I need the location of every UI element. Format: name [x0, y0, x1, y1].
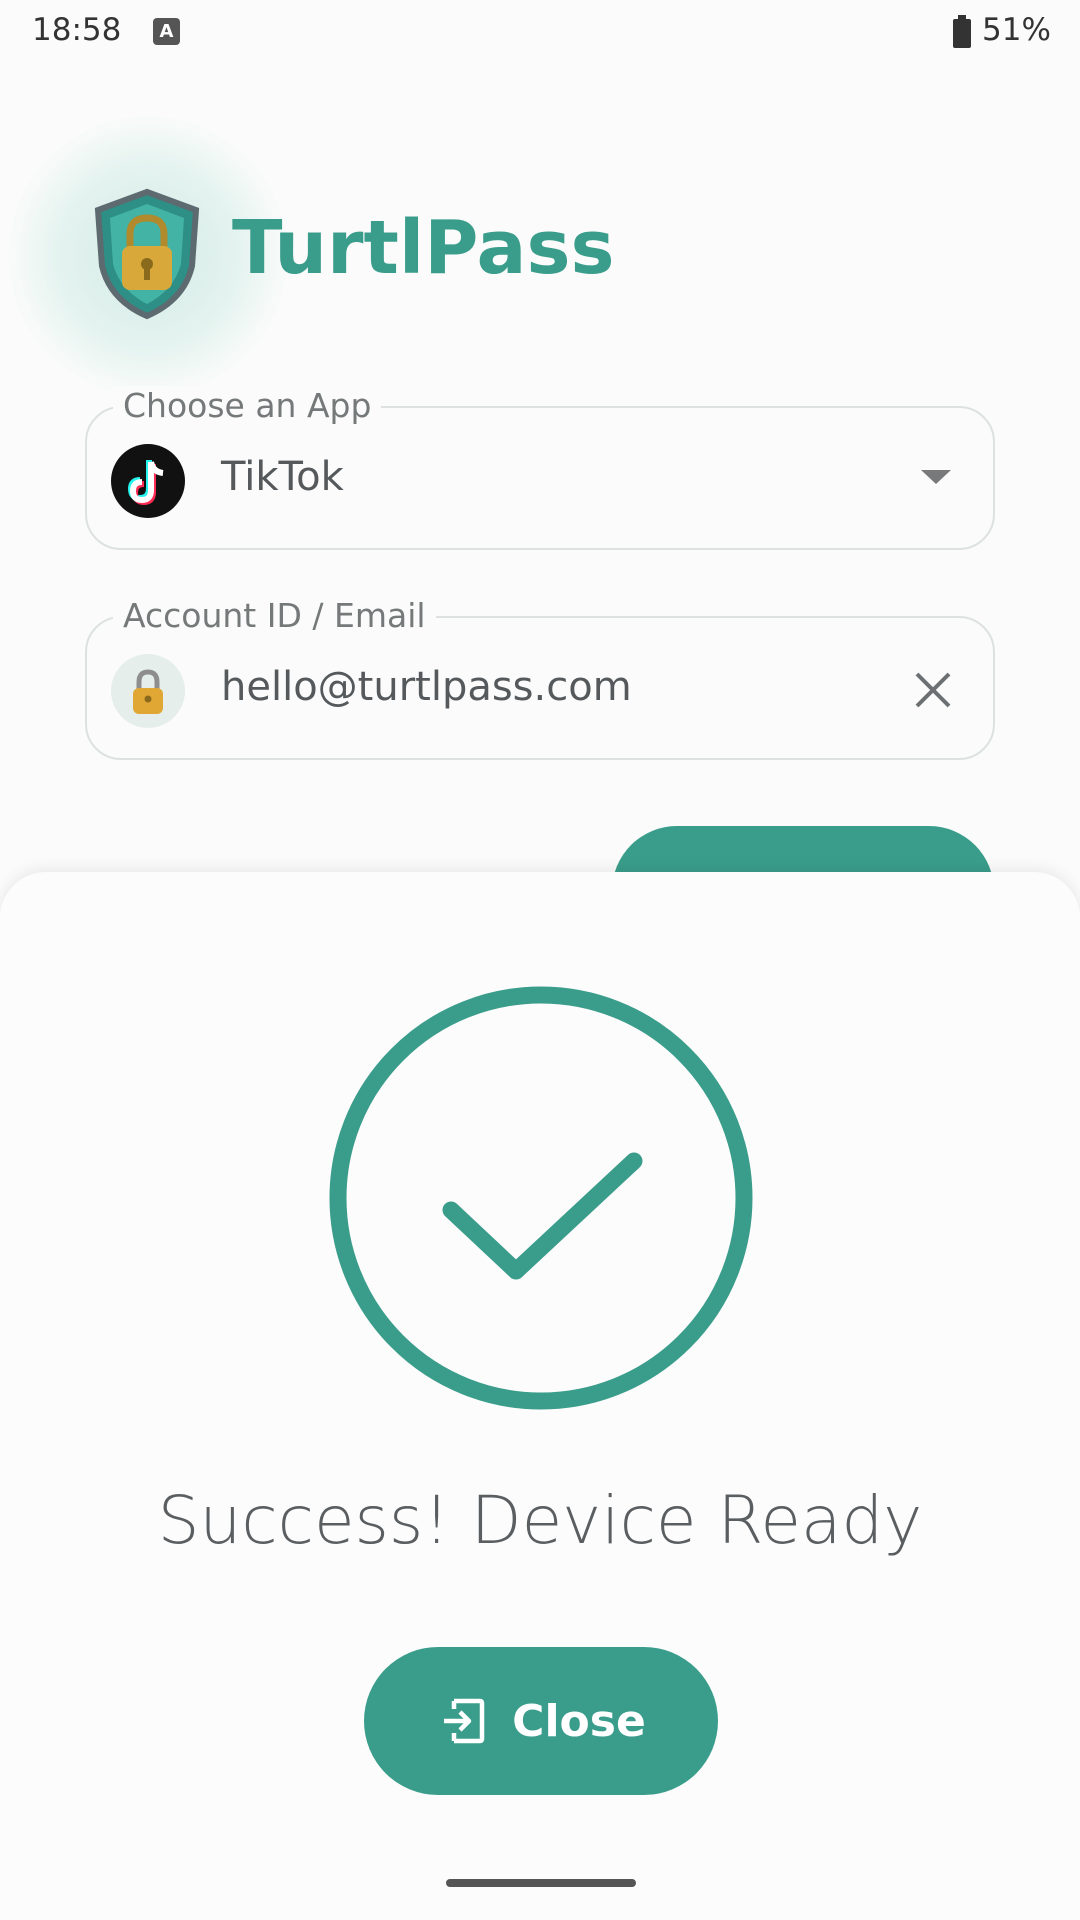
status-time: 18:58	[32, 12, 122, 48]
clear-icon[interactable]	[911, 668, 955, 712]
status-bar: 18:58 A 51%	[0, 0, 1080, 66]
account-email-label: Account ID / Email	[113, 596, 436, 635]
check-circle-icon	[329, 986, 753, 1410]
dropdown-arrow-icon[interactable]	[921, 470, 951, 484]
close-button[interactable]: Close	[364, 1647, 718, 1795]
app-select-value: TikTok	[221, 454, 344, 500]
battery-percent: 51%	[982, 12, 1051, 48]
account-email-field[interactable]: Account ID / Email hello@turtlpass.com	[85, 596, 995, 760]
tiktok-icon	[111, 444, 185, 518]
home-indicator[interactable]	[446, 1879, 636, 1887]
success-message: Success! Device Ready	[157, 1482, 923, 1559]
app-title: TurtlPass	[232, 205, 615, 291]
battery-icon	[953, 15, 971, 48]
notification-icon: A	[153, 18, 180, 45]
app-select-field[interactable]: Choose an App TikTok	[85, 386, 995, 550]
exit-icon	[444, 1698, 485, 1744]
account-email-value: hello@turtlpass.com	[221, 664, 632, 710]
success-bottom-sheet: Success! Device Ready Close	[0, 872, 1080, 1920]
close-label: Close	[512, 1695, 646, 1747]
app-select-label: Choose an App	[113, 386, 382, 425]
shield-lock-icon	[94, 188, 200, 320]
lock-avatar-icon	[111, 654, 185, 728]
